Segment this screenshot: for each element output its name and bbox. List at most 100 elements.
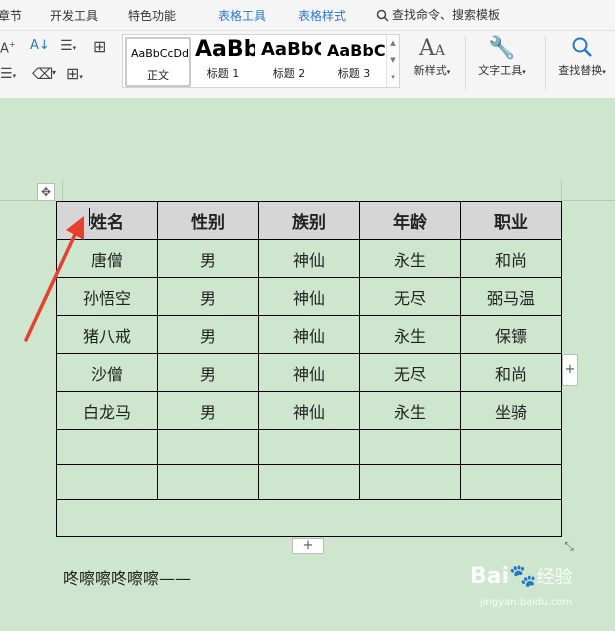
borders-icon[interactable]: ⊞▾ xyxy=(66,64,83,83)
dropdown-icon[interactable]: ▾ xyxy=(52,68,56,77)
text-tools-label: 文字工具 xyxy=(478,64,523,77)
find-replace-label: 查找替换 xyxy=(558,64,603,77)
table-row: 白龙马 男 神仙 永生 坐骑 xyxy=(56,391,562,430)
table-cell[interactable]: 保镖 xyxy=(460,315,562,354)
style-sample: AaBbC xyxy=(327,41,385,60)
table-cell[interactable]: 永生 xyxy=(359,391,461,430)
table-cell[interactable]: 神仙 xyxy=(258,391,360,430)
watermark-brand2: 经验 xyxy=(536,567,573,588)
table-cell[interactable]: 无尽 xyxy=(359,277,461,316)
table-cell[interactable] xyxy=(359,429,461,465)
table-cell[interactable]: 坐骑 xyxy=(460,391,562,430)
style-caption: 正文 xyxy=(147,69,169,82)
list-icon[interactable]: ☰▾ xyxy=(0,66,16,82)
command-search[interactable]: 查找命令、搜索模板 xyxy=(376,6,500,23)
paw-icon: 🐾 xyxy=(509,564,537,589)
table-cell[interactable] xyxy=(258,464,360,500)
margin-guide xyxy=(561,200,615,201)
table-cell[interactable]: 男 xyxy=(157,239,259,278)
more-icon[interactable]: ▾ xyxy=(387,69,399,86)
table-cell[interactable]: 神仙 xyxy=(258,353,360,392)
style-heading-2[interactable]: AaBbC 标题 2 xyxy=(257,37,321,83)
table-cell[interactable] xyxy=(56,429,158,465)
text-tools-button[interactable]: 🔧 文字工具▾ xyxy=(472,36,532,78)
table-cell[interactable]: 神仙 xyxy=(258,239,360,278)
merged-cell[interactable] xyxy=(56,499,562,537)
table-cell[interactable] xyxy=(157,464,259,500)
tab-table-tools[interactable]: 表格工具 xyxy=(218,7,266,24)
style-sample: AaBbC xyxy=(261,39,321,60)
style-heading-3[interactable]: AaBbC 标题 3 xyxy=(323,37,385,83)
tab-developer-tools[interactable]: 开发工具 xyxy=(50,7,98,24)
tab-table-style[interactable]: 表格样式 xyxy=(298,7,346,24)
search-label: 查找命令、搜索模板 xyxy=(392,8,501,22)
style-caption: 标题 2 xyxy=(272,67,306,80)
table-cell[interactable] xyxy=(460,429,562,465)
table-header-row: 姓名 性别 族别 年龄 职业 xyxy=(56,201,562,240)
find-replace-button[interactable]: 查找替换▾ xyxy=(552,36,612,78)
add-row-button[interactable]: + xyxy=(292,538,324,554)
table-cell[interactable]: 白龙马 xyxy=(56,391,158,430)
bullet-list-icon[interactable]: ☰▾ xyxy=(60,38,76,54)
table-cell[interactable]: 神仙 xyxy=(258,277,360,316)
eraser-icon[interactable]: ⌫ xyxy=(32,65,53,83)
separator xyxy=(545,36,546,90)
style-normal[interactable]: AaBbCcDd 正文 xyxy=(125,37,191,87)
style-sample: AaBbCcDd xyxy=(131,47,189,60)
red-arrow-annotation xyxy=(24,216,84,342)
table-cell[interactable] xyxy=(258,429,360,465)
body-paragraph[interactable]: 咚嚓嚓咚嚓嚓—— xyxy=(63,565,191,589)
style-caption: 标题 3 xyxy=(337,67,371,80)
search-icon xyxy=(376,9,389,22)
table-cell[interactable]: 和尚 xyxy=(460,353,562,392)
scroll-up-icon[interactable]: ▲ xyxy=(387,35,399,52)
add-column-button[interactable]: + xyxy=(562,354,578,386)
table-cell[interactable]: 沙僧 xyxy=(56,353,158,392)
font-size-increase-icon[interactable]: A+ xyxy=(0,40,16,56)
ribbon-tabs: 章节 开发工具 特色功能 表格工具 表格样式 查找命令、搜索模板 xyxy=(0,0,615,31)
watermark-url: jingyan.baidu.com xyxy=(480,597,573,608)
new-style-icon: AA xyxy=(418,36,445,61)
table-move-handle[interactable]: ✥ xyxy=(37,183,55,201)
table-grid-icon[interactable]: ⊞ xyxy=(93,37,106,56)
style-heading-1[interactable]: AaBb 标题 1 xyxy=(191,37,255,83)
tab-chapter[interactable]: 章节 xyxy=(0,7,22,24)
table-cell[interactable]: 永生 xyxy=(359,315,461,354)
margin-guide xyxy=(561,180,562,202)
header-cell[interactable]: 年龄 xyxy=(359,201,461,240)
table-cell[interactable]: 男 xyxy=(157,391,259,430)
scroll-down-icon[interactable]: ▼ xyxy=(387,52,399,69)
table-cell[interactable]: 弼马温 xyxy=(460,277,562,316)
table-cell[interactable]: 和尚 xyxy=(460,239,562,278)
style-caption: 标题 1 xyxy=(206,67,240,80)
table-row xyxy=(56,464,562,500)
resize-table-icon[interactable]: ⤡ xyxy=(561,538,577,554)
style-gallery: AaBbCcDd 正文 AaBb 标题 1 AaBbC 标题 2 AaBbC 标… xyxy=(122,34,400,88)
wrench-icon: 🔧 xyxy=(488,36,516,61)
new-style-label: 新样式 xyxy=(413,64,447,77)
table-cell[interactable]: 无尽 xyxy=(359,353,461,392)
gallery-scroll[interactable]: ▲ ▼ ▾ xyxy=(386,35,399,87)
header-cell[interactable]: 族别 xyxy=(258,201,360,240)
header-cell[interactable]: 性别 xyxy=(157,201,259,240)
table-cell[interactable] xyxy=(359,464,461,500)
table-row: 唐僧 男 神仙 永生 和尚 xyxy=(56,239,562,278)
new-style-button[interactable]: AA 新样式▾ xyxy=(404,36,460,78)
tab-special-features[interactable]: 特色功能 xyxy=(128,7,176,24)
watermark-brand: Bai xyxy=(470,564,510,589)
table-row: 沙僧 男 神仙 无尽 和尚 xyxy=(56,353,562,392)
sort-icon[interactable]: A↓ xyxy=(30,38,50,53)
table-row-merged xyxy=(56,499,562,537)
header-cell[interactable]: 职业 xyxy=(460,201,562,240)
separator xyxy=(465,36,466,90)
baidu-jingyan-watermark: Bai🐾经验 jingyan.baidu.com xyxy=(470,563,573,608)
table-cell[interactable]: 神仙 xyxy=(258,315,360,354)
margin-guide xyxy=(62,180,63,202)
table-cell[interactable]: 男 xyxy=(157,277,259,316)
table-cell[interactable] xyxy=(157,429,259,465)
table-cell[interactable] xyxy=(460,464,562,500)
table-cell[interactable]: 男 xyxy=(157,353,259,392)
table-cell[interactable]: 永生 xyxy=(359,239,461,278)
table-cell[interactable]: 男 xyxy=(157,315,259,354)
table-cell[interactable] xyxy=(56,464,158,500)
